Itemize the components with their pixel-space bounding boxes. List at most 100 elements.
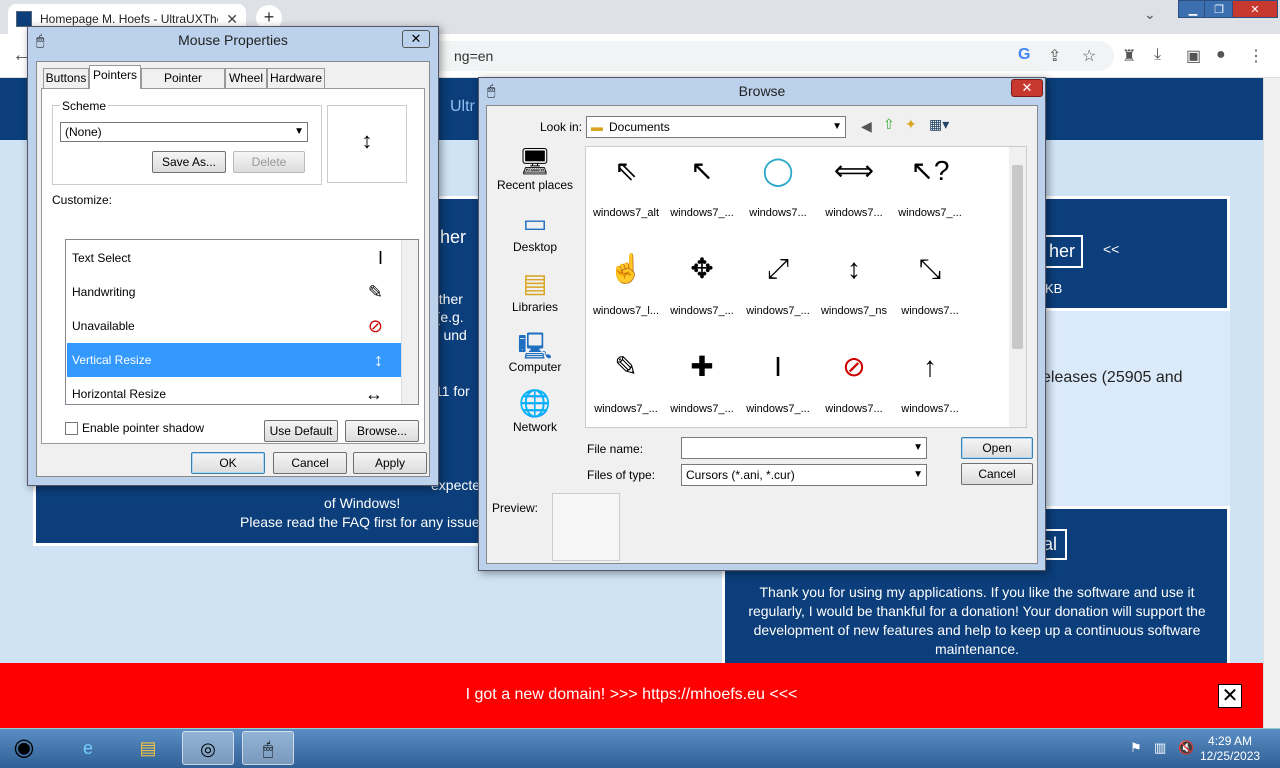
- place-label: Recent places: [496, 178, 574, 192]
- file-grid-scrollbar[interactable]: [1009, 147, 1026, 427]
- place-recent[interactable]: 🖥 Recent places: [493, 146, 577, 192]
- tab-title: Homepage M. Hoefs - UltraUXThemePatcher: [40, 12, 218, 26]
- place-computer[interactable]: 🖳 Computer: [493, 328, 577, 374]
- file-item[interactable]: ⤢ windows7_...: [740, 245, 816, 343]
- mouse-control-icon[interactable]: 🖱: [242, 731, 294, 765]
- pointer-shadow-checkbox[interactable]: [65, 422, 78, 435]
- ok-button[interactable]: OK: [191, 452, 265, 474]
- place-desktop[interactable]: ▭ Desktop: [493, 208, 577, 254]
- file-name-label: File name:: [587, 442, 644, 456]
- list-item[interactable]: Unavailable ⊘: [67, 309, 401, 343]
- file-item[interactable]: ✥ windows7_...: [664, 245, 740, 343]
- close-tab-icon[interactable]: ✕: [226, 11, 238, 28]
- tab-buttons[interactable]: Buttons: [43, 68, 89, 88]
- download-icon[interactable]: ⤓: [1154, 46, 1161, 64]
- cursor-list[interactable]: Text Select I Handwriting ✎ Unavailable ⊘ V…: [65, 239, 419, 405]
- start-button[interactable]: ◉: [0, 731, 48, 765]
- volume-muted-icon[interactable]: 🔇: [1178, 740, 1194, 756]
- file-item[interactable]: ↕ windows7_ns: [816, 245, 892, 343]
- place-network[interactable]: 🌐 Network: [493, 388, 577, 434]
- list-item[interactable]: Horizontal Resize ↔: [67, 377, 401, 404]
- apply-button[interactable]: Apply: [353, 452, 427, 474]
- internet-explorer-icon[interactable]: e: [62, 731, 114, 765]
- file-item[interactable]: ↖? windows7_...: [892, 147, 968, 245]
- card-title[interactable]: her: [440, 227, 466, 248]
- cursor-file-icon: ⇖: [614, 155, 638, 186]
- clock-time: 4:29 AM: [1208, 734, 1253, 748]
- restore-button[interactable]: ❐: [1204, 0, 1234, 18]
- view-menu-icon[interactable]: ▦▾: [929, 116, 949, 133]
- file-size: KB: [1045, 281, 1063, 296]
- tab-hardware[interactable]: Hardware: [267, 68, 325, 88]
- unavailable-icon: ⊘: [367, 316, 383, 336]
- file-name: windows7_...: [670, 305, 734, 317]
- side-panel-icon[interactable]: ▣: [1186, 46, 1201, 66]
- cancel-button[interactable]: Cancel: [961, 463, 1033, 485]
- list-item[interactable]: Handwriting ✎: [67, 275, 401, 309]
- use-default-button[interactable]: Use Default: [264, 420, 338, 442]
- tab-pointers[interactable]: Pointers: [89, 65, 141, 89]
- back-icon[interactable]: ◀: [861, 118, 872, 135]
- chrome-icon[interactable]: ◎: [182, 731, 234, 765]
- file-type-label: Files of type:: [587, 468, 656, 482]
- file-item[interactable]: ↖ windows7_...: [664, 147, 740, 245]
- tab-pointer-options[interactable]: Pointer Options: [141, 68, 225, 104]
- close-window-button[interactable]: ✕: [1232, 0, 1278, 18]
- place-libraries[interactable]: ▤ Libraries: [493, 268, 577, 314]
- card-nav[interactable]: <<: [1103, 241, 1119, 257]
- file-item[interactable]: ◯ windows7...: [740, 147, 816, 245]
- more-menu-icon[interactable]: ⋮: [1248, 46, 1264, 66]
- list-item-selected[interactable]: Vertical Resize ↕: [67, 343, 401, 377]
- google-icon[interactable]: G: [1018, 46, 1030, 64]
- cancel-button[interactable]: Cancel: [273, 452, 347, 474]
- file-item[interactable]: ⊘ windows7...: [816, 343, 892, 427]
- file-name: windows7_ns: [820, 305, 888, 317]
- tab-search-chevron-icon[interactable]: ⌄: [1144, 6, 1156, 23]
- file-item[interactable]: ☝ windows7_l...: [588, 245, 664, 343]
- explorer-icon[interactable]: ▤: [122, 731, 174, 765]
- list-scrollbar[interactable]: [401, 240, 418, 404]
- domain-banner[interactable]: I got a new domain! >>> https://mhoefs.e…: [0, 663, 1263, 728]
- file-item[interactable]: ⇖ windows7_alt: [588, 147, 664, 245]
- page-scrollbar[interactable]: [1263, 78, 1280, 728]
- card-text: Please read the FAQ first for any issues: [240, 514, 487, 530]
- folder-icon: ▬: [591, 120, 603, 134]
- banner-close-button[interactable]: ✕: [1218, 684, 1242, 708]
- close-icon[interactable]: ✕: [402, 30, 430, 48]
- file-type-select[interactable]: Cursors (*.ani, *.cur) ▼: [681, 464, 927, 486]
- cursor-file-icon: ↑: [923, 351, 937, 382]
- up-folder-icon[interactable]: ⇧: [883, 116, 895, 133]
- cursor-file-icon: ↖: [690, 155, 714, 186]
- browse-button[interactable]: Browse...: [345, 420, 419, 442]
- open-button[interactable]: Open: [961, 437, 1033, 459]
- file-item[interactable]: ✚ windows7_...: [664, 343, 740, 427]
- flag-icon[interactable]: ⚑: [1130, 740, 1142, 756]
- file-item[interactable]: ⤡ windows7...: [892, 245, 968, 343]
- delete-button[interactable]: Delete: [233, 151, 305, 173]
- cursor-file-icon: ✥: [690, 253, 714, 284]
- close-icon[interactable]: ✕: [1011, 79, 1043, 97]
- scroll-thumb[interactable]: [1012, 165, 1023, 349]
- file-item[interactable]: ⟺ windows7...: [816, 147, 892, 245]
- system-clock[interactable]: 4:29 AM 12/25/2023: [1200, 734, 1260, 764]
- file-item[interactable]: ✎ windows7_...: [588, 343, 664, 427]
- file-item[interactable]: ↑ windows7...: [892, 343, 968, 427]
- share-icon[interactable]: ⇪: [1048, 46, 1061, 66]
- cursor-file-icon: ↕: [847, 253, 861, 284]
- bookmark-star-icon[interactable]: ☆: [1082, 46, 1096, 66]
- extension-icon[interactable]: ♜: [1122, 46, 1136, 66]
- site-nav-text[interactable]: Ultr: [450, 98, 475, 116]
- profile-avatar-icon[interactable]: ●: [1216, 46, 1226, 64]
- card-title[interactable]: her: [1041, 235, 1084, 268]
- new-folder-icon[interactable]: ✦: [905, 116, 917, 133]
- cursor-file-icon: ⟺: [833, 155, 875, 186]
- tab-wheel[interactable]: Wheel: [225, 68, 267, 88]
- network-tray-icon[interactable]: ▥: [1154, 740, 1166, 756]
- preview-pane: [552, 493, 620, 561]
- scheme-select[interactable]: (None) ▼: [60, 122, 308, 142]
- file-name-input[interactable]: ▼: [681, 437, 927, 459]
- list-item[interactable]: Text Select I: [67, 241, 401, 275]
- look-in-select[interactable]: ▬ Documents ▼: [586, 116, 846, 138]
- file-item[interactable]: Iwindows7_...: [740, 343, 816, 427]
- save-as-button[interactable]: Save As...: [152, 151, 226, 173]
